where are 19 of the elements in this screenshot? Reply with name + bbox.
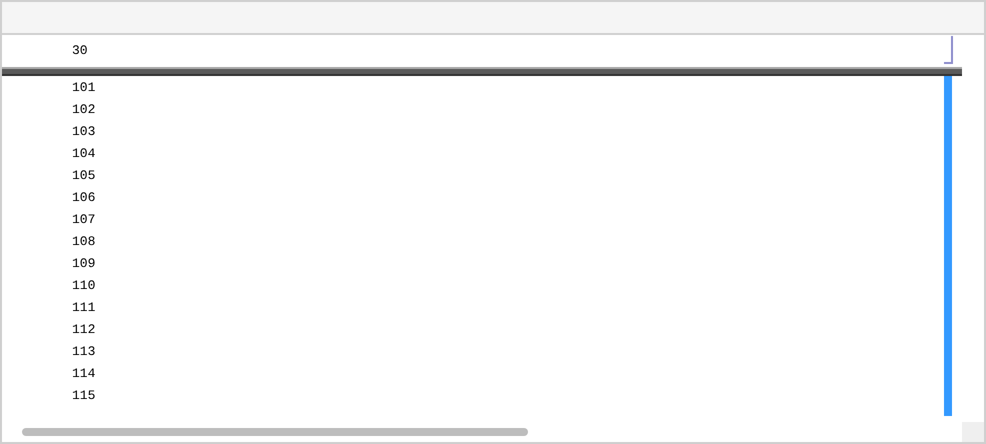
- line-number: 101: [72, 79, 96, 98]
- scrollbar-corner: [962, 422, 984, 442]
- line-number: 110: [72, 277, 96, 296]
- line-number: 104: [72, 145, 96, 164]
- line-number: 113: [72, 343, 96, 362]
- line-number: 108: [72, 233, 96, 252]
- line-number: 103: [72, 123, 96, 142]
- line-number: 115: [72, 387, 96, 406]
- line-number: 30: [72, 42, 88, 60]
- line-number: 111: [72, 299, 96, 318]
- line-number: 106: [72, 189, 96, 208]
- line-number: 112: [72, 321, 96, 340]
- scrollbar-thumb[interactable]: [22, 428, 528, 436]
- line-number: 102: [72, 101, 96, 120]
- line-number: 107: [72, 211, 96, 230]
- line-number: 109: [72, 255, 96, 274]
- line-number: 114: [72, 365, 96, 384]
- corner-bracket-icon: [944, 36, 954, 64]
- line-number: 105: [72, 167, 96, 186]
